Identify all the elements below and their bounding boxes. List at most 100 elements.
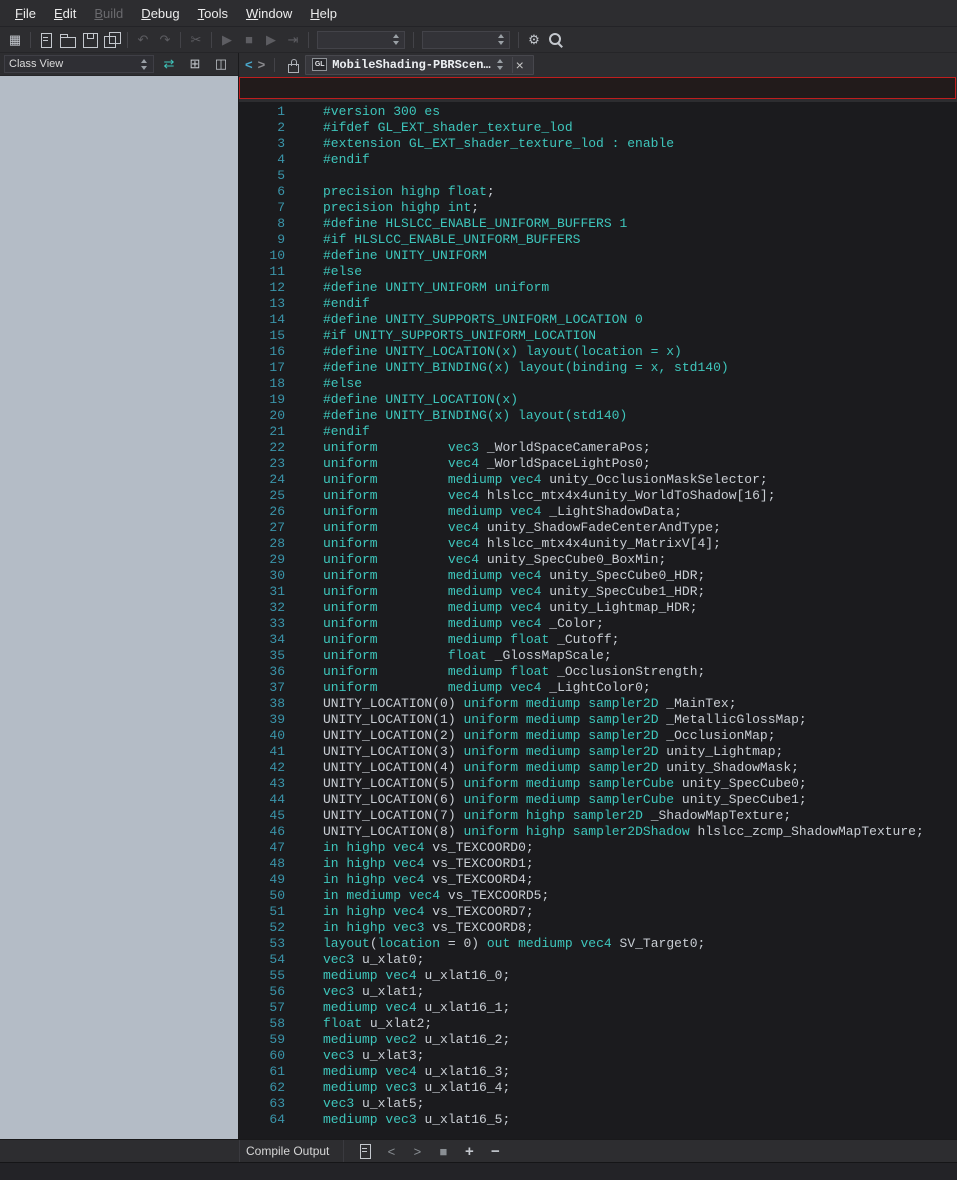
code-line[interactable]: 17 #define UNITY_BINDING(x) layout(bindin…: [239, 360, 957, 376]
editor-tab[interactable]: GL MobileShading-PBRScen… ×: [305, 54, 534, 75]
settings-gear-icon[interactable]: ⚙: [523, 29, 545, 51]
code-line[interactable]: 8 #define HLSLCC_ENABLE_UNIFORM_BUFFERS 1: [239, 216, 957, 232]
save-icon[interactable]: [79, 29, 101, 51]
redo-icon[interactable]: ↷: [154, 29, 176, 51]
code-line[interactable]: 48 in highp vec4 vs_TEXCOORD1;: [239, 856, 957, 872]
code-line[interactable]: 11 #else: [239, 264, 957, 280]
save-all-icon[interactable]: [101, 29, 123, 51]
stop-debug-icon[interactable]: ■: [238, 29, 260, 51]
code-line[interactable]: 61 mediump vec4 u_xlat16_3;: [239, 1064, 957, 1080]
menu-file[interactable]: File: [6, 0, 45, 27]
code-line[interactable]: 30 uniform mediump vec4 unity_SpecCube0_H…: [239, 568, 957, 584]
code-line[interactable]: 28 uniform vec4 hlslcc_mtx4x4unity_Matrix…: [239, 536, 957, 552]
lock-icon[interactable]: [284, 56, 300, 73]
tab-dropdown-icon[interactable]: [496, 58, 505, 71]
code-line[interactable]: 37 uniform mediump vec4 _LightColor0;: [239, 680, 957, 696]
code-line[interactable]: 57 mediump vec4 u_xlat16_1;: [239, 1000, 957, 1016]
code-line[interactable]: 63 vec3 u_xlat5;: [239, 1096, 957, 1112]
zoom-in-icon[interactable]: +: [458, 1140, 480, 1162]
run-icon[interactable]: ▶: [260, 29, 282, 51]
code-line[interactable]: 55 mediump vec4 u_xlat16_0;: [239, 968, 957, 984]
stop-build-icon[interactable]: ■: [432, 1140, 454, 1162]
code-line[interactable]: 1 #version 300 es: [239, 104, 957, 120]
code-line[interactable]: 33 uniform mediump vec4 _Color;: [239, 616, 957, 632]
code-line[interactable]: 22 uniform vec3 _WorldSpaceCameraPos;: [239, 440, 957, 456]
undo-icon[interactable]: ↶: [132, 29, 154, 51]
nav-back-icon[interactable]: <: [245, 57, 253, 72]
layout-panels-icon[interactable]: ▦: [4, 29, 26, 51]
zoom-out-icon[interactable]: −: [484, 1140, 506, 1162]
code-line[interactable]: 39 UNITY_LOCATION(1) uniform mediump samp…: [239, 712, 957, 728]
code-line[interactable]: 23 uniform vec4 _WorldSpaceLightPos0;: [239, 456, 957, 472]
class-view-selector[interactable]: Class View: [4, 55, 154, 73]
code-line[interactable]: 26 uniform mediump vec4 _LightShadowData;: [239, 504, 957, 520]
code-line[interactable]: 4 #endif: [239, 152, 957, 168]
code-line[interactable]: 21 #endif: [239, 424, 957, 440]
open-folder-icon[interactable]: [57, 29, 79, 51]
close-tab-icon[interactable]: ×: [511, 56, 527, 73]
code-line[interactable]: 56 vec3 u_xlat1;: [239, 984, 957, 1000]
code-line[interactable]: 60 vec3 u_xlat3;: [239, 1048, 957, 1064]
code-line[interactable]: 20 #define UNITY_BINDING(x) layout(std140…: [239, 408, 957, 424]
code-line[interactable]: 29 uniform vec4 unity_SpecCube0_BoxMin;: [239, 552, 957, 568]
code-line[interactable]: 64 mediump vec3 u_xlat16_5;: [239, 1112, 957, 1128]
code-line[interactable]: 13 #endif: [239, 296, 957, 312]
step-over-icon[interactable]: ⇥: [282, 29, 304, 51]
menu-edit[interactable]: Edit: [45, 0, 85, 27]
menu-build[interactable]: Build: [85, 0, 132, 27]
config-combobox[interactable]: [317, 30, 405, 49]
code-line[interactable]: 49 in highp vec4 vs_TEXCOORD4;: [239, 872, 957, 888]
code-line[interactable]: 52 in highp vec3 vs_TEXCOORD8;: [239, 920, 957, 936]
code-line[interactable]: 42 UNITY_LOCATION(4) uniform mediump samp…: [239, 760, 957, 776]
code-line[interactable]: 15 #if UNITY_SUPPORTS_UNIFORM_LOCATION: [239, 328, 957, 344]
code-line[interactable]: 46 UNITY_LOCATION(8) uniform highp sample…: [239, 824, 957, 840]
code-line[interactable]: 44 UNITY_LOCATION(6) uniform mediump samp…: [239, 792, 957, 808]
code-line[interactable]: 36 uniform mediump float _OcclusionStreng…: [239, 664, 957, 680]
code-line[interactable]: 25 uniform vec4 hlslcc_mtx4x4unity_WorldT…: [239, 488, 957, 504]
code-line[interactable]: 5: [239, 168, 957, 184]
debug-continue-icon[interactable]: ▶: [216, 29, 238, 51]
code-line[interactable]: 62 mediump vec3 u_xlat16_4;: [239, 1080, 957, 1096]
next-message-icon[interactable]: >: [406, 1140, 428, 1162]
code-line[interactable]: 9 #if HLSLCC_ENABLE_UNIFORM_BUFFERS: [239, 232, 957, 248]
new-item-icon[interactable]: ⊞: [184, 53, 206, 75]
code-line[interactable]: 10 #define UNITY_UNIFORM: [239, 248, 957, 264]
search-icon[interactable]: [545, 29, 567, 51]
platform-combobox[interactable]: [422, 30, 510, 49]
code-line[interactable]: 16 #define UNITY_LOCATION(x) layout(locat…: [239, 344, 957, 360]
class-view-tree[interactable]: [0, 76, 238, 1139]
code-line[interactable]: 51 in highp vec4 vs_TEXCOORD7;: [239, 904, 957, 920]
code-line[interactable]: 32 uniform mediump vec4 unity_Lightmap_HD…: [239, 600, 957, 616]
code-line[interactable]: 14 #define UNITY_SUPPORTS_UNIFORM_LOCATIO…: [239, 312, 957, 328]
compile-output-tab[interactable]: Compile Output: [240, 1140, 345, 1162]
split-view-icon[interactable]: ◫: [210, 53, 232, 75]
code-line[interactable]: 40 UNITY_LOCATION(2) uniform mediump samp…: [239, 728, 957, 744]
code-line[interactable]: 24 uniform mediump vec4 unity_OcclusionMa…: [239, 472, 957, 488]
code-line[interactable]: 7 precision highp int;: [239, 200, 957, 216]
code-line[interactable]: 12 #define UNITY_UNIFORM uniform: [239, 280, 957, 296]
code-editor[interactable]: 1 #version 300 es 2 #ifdef GL_EXT_shader_te…: [239, 102, 957, 1139]
export-output-icon[interactable]: [354, 1140, 376, 1162]
code-line[interactable]: 58 float u_xlat2;: [239, 1016, 957, 1032]
cut-icon[interactable]: ✂: [185, 29, 207, 51]
code-line[interactable]: 43 UNITY_LOCATION(5) uniform mediump samp…: [239, 776, 957, 792]
code-line[interactable]: 2 #ifdef GL_EXT_shader_texture_lod: [239, 120, 957, 136]
code-line[interactable]: 54 vec3 u_xlat0;: [239, 952, 957, 968]
code-line[interactable]: 35 uniform float _GlossMapScale;: [239, 648, 957, 664]
code-line[interactable]: 53 layout(location = 0) out mediump vec4 …: [239, 936, 957, 952]
menu-help[interactable]: Help: [301, 0, 346, 27]
code-line[interactable]: 47 in highp vec4 vs_TEXCOORD0;: [239, 840, 957, 856]
code-line[interactable]: 41 UNITY_LOCATION(3) uniform mediump samp…: [239, 744, 957, 760]
nav-forward-icon[interactable]: >: [258, 57, 266, 72]
menu-window[interactable]: Window: [237, 0, 301, 27]
code-line[interactable]: 6 precision highp float;: [239, 184, 957, 200]
code-line[interactable]: 31 uniform mediump vec4 unity_SpecCube1_H…: [239, 584, 957, 600]
code-line[interactable]: 27 uniform vec4 unity_ShadowFadeCenterAnd…: [239, 520, 957, 536]
code-line[interactable]: 38 UNITY_LOCATION(0) uniform mediump samp…: [239, 696, 957, 712]
code-line[interactable]: 19 #define UNITY_LOCATION(x): [239, 392, 957, 408]
code-line[interactable]: 45 UNITY_LOCATION(7) uniform highp sample…: [239, 808, 957, 824]
new-file-icon[interactable]: [35, 29, 57, 51]
sync-icon[interactable]: ⇄: [158, 53, 180, 75]
menu-debug[interactable]: Debug: [132, 0, 188, 27]
code-line[interactable]: 34 uniform mediump float _Cutoff;: [239, 632, 957, 648]
